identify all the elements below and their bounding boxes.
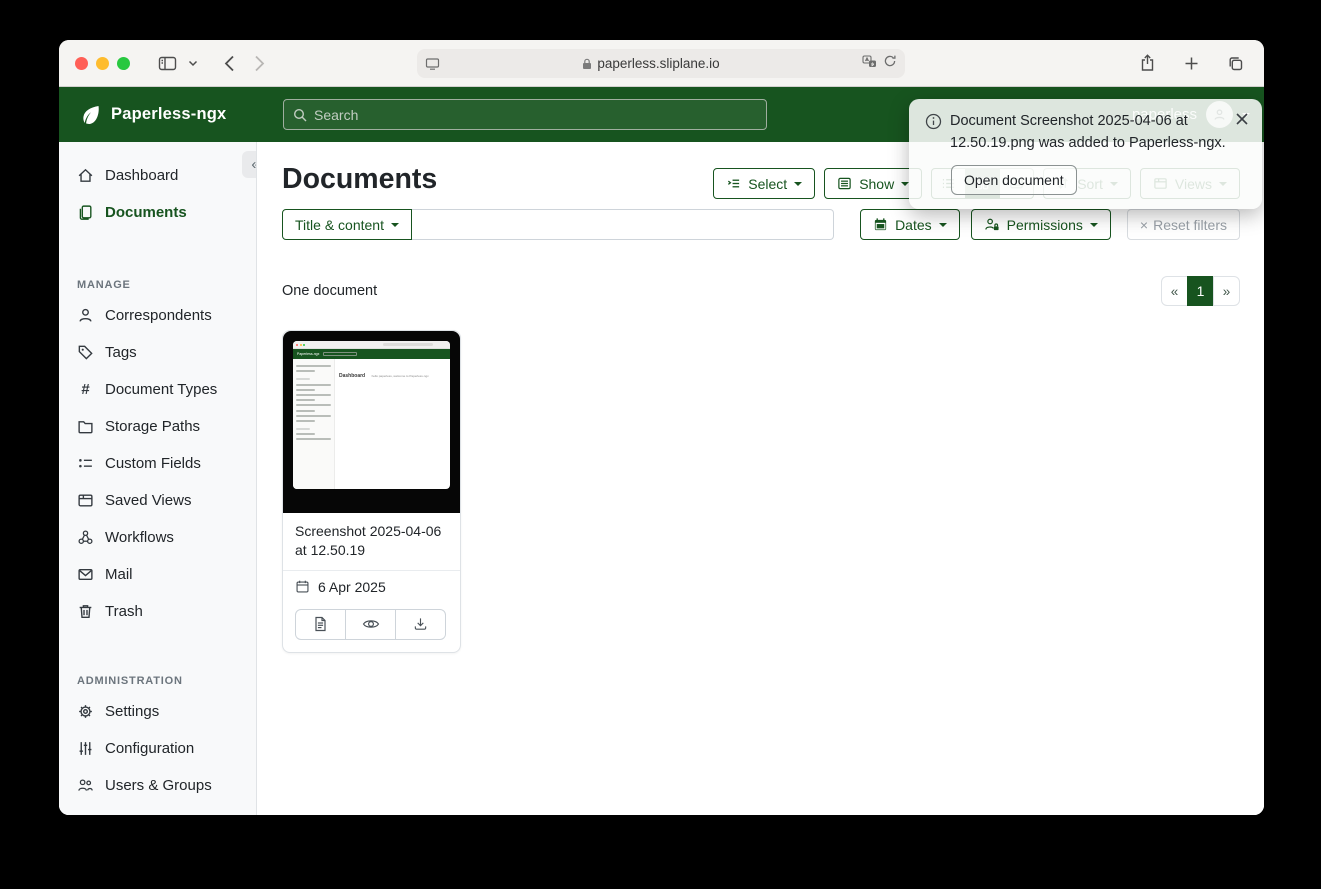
manage-section-label: MANAGE xyxy=(77,279,238,291)
administration-section-label: ADMINISTRATION xyxy=(77,675,238,687)
share-icon[interactable] xyxy=(1132,48,1162,78)
caret-down-icon xyxy=(794,182,802,186)
global-search xyxy=(283,99,767,130)
home-icon xyxy=(77,167,94,184)
pagination-prev-button[interactable]: « xyxy=(1161,276,1188,306)
zoom-window-button[interactable] xyxy=(117,57,130,70)
calendar-icon xyxy=(295,579,310,594)
document-thumbnail[interactable]: Paperless-ngx xyxy=(283,331,460,513)
search-input[interactable] xyxy=(314,107,757,123)
sidebar-item-tags[interactable]: Tags xyxy=(59,334,256,371)
caret-down-icon xyxy=(939,223,947,227)
pagination-page-1[interactable]: 1 xyxy=(1187,276,1214,306)
pagination-next-button[interactable]: » xyxy=(1213,276,1240,306)
minimize-window-button[interactable] xyxy=(96,57,109,70)
sidebar: Dashboard Documents MANAGE Correspondent… xyxy=(59,142,257,815)
sidebar-item-users-groups[interactable]: Users & Groups xyxy=(59,767,256,804)
new-tab-icon[interactable] xyxy=(1176,48,1206,78)
back-button[interactable] xyxy=(214,48,244,78)
download-button[interactable] xyxy=(395,609,446,640)
sliders-icon xyxy=(77,740,94,757)
close-icon xyxy=(1234,111,1250,127)
page-settings-icon[interactable] xyxy=(425,57,440,71)
filter-text-input[interactable] xyxy=(412,209,834,240)
caret-down-icon xyxy=(391,223,399,227)
card-action-group xyxy=(295,609,446,640)
document-date: 6 Apr 2025 xyxy=(283,570,460,603)
main-content: Documents Select Show xyxy=(257,142,1264,815)
custom-fields-icon xyxy=(77,455,94,472)
reload-icon[interactable] xyxy=(883,54,897,73)
app-logo[interactable]: Paperless-ngx xyxy=(80,104,226,126)
sidebar-item-correspondents[interactable]: Correspondents xyxy=(59,297,256,334)
mail-icon xyxy=(77,566,94,583)
users-icon xyxy=(77,777,94,794)
filter-field-dropdown[interactable]: Title & content xyxy=(282,209,412,240)
trash-icon xyxy=(77,603,94,620)
gear-icon xyxy=(77,703,94,720)
document-count: One document xyxy=(282,283,377,299)
show-button[interactable]: Show xyxy=(824,168,922,199)
reset-filters-button[interactable]: × Reset filters xyxy=(1127,209,1240,240)
sidebar-item-mail[interactable]: Mail xyxy=(59,556,256,593)
tab-overview-icon[interactable] xyxy=(1220,48,1250,78)
close-x-icon: × xyxy=(1140,217,1148,233)
forward-button[interactable] xyxy=(244,48,274,78)
sidebar-item-settings[interactable]: Settings xyxy=(59,693,256,730)
address-bar[interactable]: paperless.sliplane.io xyxy=(417,49,905,78)
sidebar-item-custom-fields[interactable]: Custom Fields xyxy=(59,445,256,482)
calendar-icon xyxy=(873,217,888,232)
file-text-icon xyxy=(313,616,328,632)
sidebar-item-workflows[interactable]: Workflows xyxy=(59,519,256,556)
preview-button[interactable] xyxy=(345,609,396,640)
sidebar-item-configuration[interactable]: Configuration xyxy=(59,730,256,767)
window-controls xyxy=(75,57,130,70)
notification-toast: Document Screenshot 2025-04-06 at 12.50.… xyxy=(909,99,1262,209)
person-icon xyxy=(77,307,94,324)
close-window-button[interactable] xyxy=(75,57,88,70)
translate-icon[interactable] xyxy=(862,55,877,73)
caret-down-icon xyxy=(1090,223,1098,227)
sidebar-toggle-icon[interactable] xyxy=(152,48,182,78)
document-details-button[interactable] xyxy=(295,609,346,640)
document-card: Paperless-ngx xyxy=(282,330,461,653)
sidebar-collapse-button[interactable]: « xyxy=(242,151,257,178)
pagination: « 1 » xyxy=(1161,276,1240,306)
sidebar-item-trash[interactable]: Trash xyxy=(59,593,256,630)
select-icon xyxy=(726,176,741,191)
download-icon xyxy=(413,616,428,632)
sidebar-item-dashboard[interactable]: Dashboard xyxy=(59,157,256,194)
chevron-down-icon[interactable] xyxy=(182,48,204,78)
permissions-button[interactable]: Permissions xyxy=(971,209,1111,240)
document-title[interactable]: Screenshot 2025-04-06 at 12.50.19 xyxy=(283,513,460,570)
leaf-logo-icon xyxy=(80,104,102,126)
eye-icon xyxy=(362,617,380,631)
toast-message: Document Screenshot 2025-04-06 at 12.50.… xyxy=(950,111,1230,155)
lock-icon xyxy=(582,58,592,70)
dates-button[interactable]: Dates xyxy=(860,209,960,240)
search-icon xyxy=(293,108,307,122)
filter-row: Title & content Dates xyxy=(282,209,1240,240)
saved-views-icon xyxy=(77,492,94,509)
sidebar-item-storage-paths[interactable]: Storage Paths xyxy=(59,408,256,445)
page-title: Documents xyxy=(282,162,437,196)
toast-close-button[interactable] xyxy=(1232,109,1252,132)
app-name: Paperless-ngx xyxy=(111,105,226,124)
url-text: paperless.sliplane.io xyxy=(440,56,862,71)
select-button[interactable]: Select xyxy=(713,168,815,199)
person-lock-icon xyxy=(984,217,1000,232)
hash-icon: # xyxy=(77,381,94,398)
folder-icon xyxy=(77,418,94,435)
info-icon xyxy=(925,113,942,155)
workflows-icon xyxy=(77,529,94,546)
sidebar-item-document-types[interactable]: # Document Types xyxy=(59,371,256,408)
sidebar-item-saved-views[interactable]: Saved Views xyxy=(59,482,256,519)
show-icon xyxy=(837,176,852,191)
browser-window: paperless.sliplane.io xyxy=(59,40,1264,815)
documents-icon xyxy=(77,204,94,221)
browser-toolbar: paperless.sliplane.io xyxy=(59,40,1264,87)
open-document-button[interactable]: Open document xyxy=(951,165,1077,195)
sidebar-item-documents[interactable]: Documents xyxy=(59,194,256,231)
tag-icon xyxy=(77,344,94,361)
